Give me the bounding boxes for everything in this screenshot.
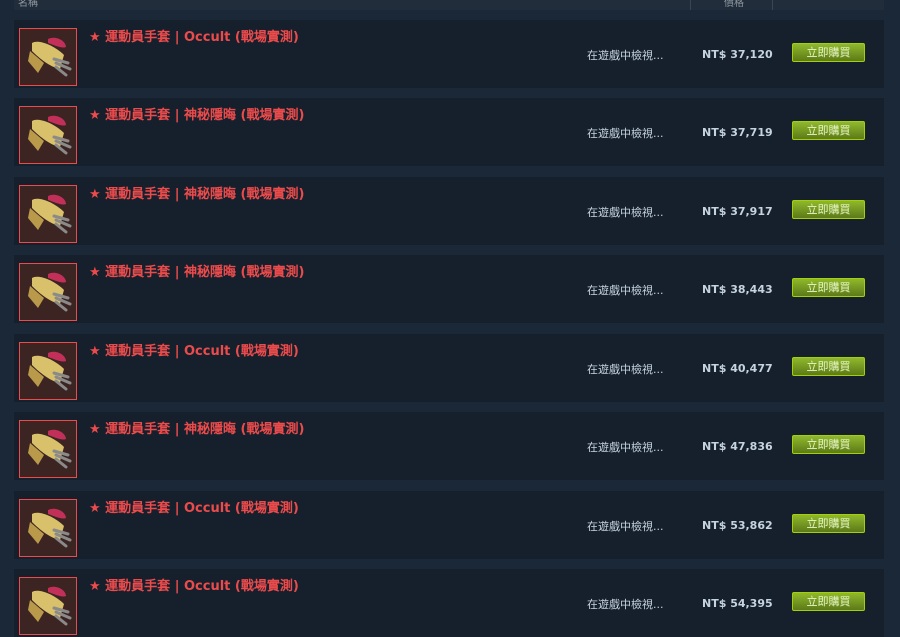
listing-price: NT$ 38,443 <box>702 283 773 296</box>
listing-price: NT$ 54,395 <box>702 597 773 610</box>
inspect-in-game-link[interactable]: 在遊戲中檢視... <box>587 204 664 220</box>
inspect-in-game-link[interactable]: 在遊戲中檢視... <box>587 439 664 455</box>
glove-icon[interactable] <box>19 263 77 321</box>
listing-price: NT$ 47,836 <box>702 440 773 453</box>
glove-icon[interactable] <box>19 577 77 635</box>
listing-row: ★ 運動員手套 | Occult (戰場實測) 在遊戲中檢視... NT$ 40… <box>14 334 884 402</box>
buy-now-button[interactable]: 立即購買 <box>792 200 865 219</box>
listing-row: ★ 運動員手套 | 神秘隱晦 (戰場實測) 在遊戲中檢視... NT$ 37,9… <box>14 177 884 245</box>
name-column-header: 名稱 <box>18 0 38 9</box>
inspect-in-game-link[interactable]: 在遊戲中檢視... <box>587 125 664 141</box>
glove-icon[interactable] <box>19 342 77 400</box>
listing-table-header: 名稱 價格 <box>14 0 884 10</box>
inspect-in-game-link[interactable]: 在遊戲中檢視... <box>587 47 664 63</box>
inspect-in-game-link[interactable]: 在遊戲中檢視... <box>587 361 664 377</box>
listing-price: NT$ 37,917 <box>702 205 773 218</box>
listing-row: ★ 運動員手套 | Occult (戰場實測) 在遊戲中檢視... NT$ 53… <box>14 491 884 559</box>
header-divider <box>690 0 691 10</box>
item-name-link[interactable]: ★ 運動員手套 | Occult (戰場實測) <box>89 575 299 594</box>
listing-row: ★ 運動員手套 | Occult (戰場實測) 在遊戲中檢視... NT$ 37… <box>14 20 884 88</box>
glove-icon[interactable] <box>19 185 77 243</box>
item-name-link[interactable]: ★ 運動員手套 | 神秘隱晦 (戰場實測) <box>89 418 304 437</box>
buy-now-button[interactable]: 立即購買 <box>792 43 865 62</box>
glove-icon[interactable] <box>19 499 77 557</box>
listing-price: NT$ 37,719 <box>702 126 773 139</box>
glove-icon[interactable] <box>19 420 77 478</box>
buy-now-button[interactable]: 立即購買 <box>792 278 865 297</box>
glove-icon[interactable] <box>19 28 77 86</box>
buy-now-button[interactable]: 立即購買 <box>792 357 865 376</box>
listing-price: NT$ 37,120 <box>702 48 773 61</box>
buy-now-button[interactable]: 立即購買 <box>792 514 865 533</box>
listing-price: NT$ 40,477 <box>702 362 773 375</box>
item-name-link[interactable]: ★ 運動員手套 | Occult (戰場實測) <box>89 26 299 45</box>
listing-row: ★ 運動員手套 | 神秘隱晦 (戰場實測) 在遊戲中檢視... NT$ 47,8… <box>14 412 884 480</box>
listing-row: ★ 運動員手套 | Occult (戰場實測) 在遊戲中檢視... NT$ 54… <box>14 569 884 637</box>
inspect-in-game-link[interactable]: 在遊戲中檢視... <box>587 518 664 534</box>
buy-now-button[interactable]: 立即購買 <box>792 592 865 611</box>
price-column-header: 價格 <box>724 0 744 9</box>
listing-row: ★ 運動員手套 | 神秘隱晦 (戰場實測) 在遊戲中檢視... NT$ 38,4… <box>14 255 884 323</box>
item-name-link[interactable]: ★ 運動員手套 | 神秘隱晦 (戰場實測) <box>89 183 304 202</box>
header-divider <box>772 0 773 10</box>
inspect-in-game-link[interactable]: 在遊戲中檢視... <box>587 596 664 612</box>
item-name-link[interactable]: ★ 運動員手套 | 神秘隱晦 (戰場實測) <box>89 261 304 280</box>
item-name-link[interactable]: ★ 運動員手套 | Occult (戰場實測) <box>89 340 299 359</box>
listing-row: ★ 運動員手套 | 神秘隱晦 (戰場實測) 在遊戲中檢視... NT$ 37,7… <box>14 98 884 166</box>
item-name-link[interactable]: ★ 運動員手套 | 神秘隱晦 (戰場實測) <box>89 104 304 123</box>
buy-now-button[interactable]: 立即購買 <box>792 435 865 454</box>
listing-price: NT$ 53,862 <box>702 519 773 532</box>
glove-icon[interactable] <box>19 106 77 164</box>
inspect-in-game-link[interactable]: 在遊戲中檢視... <box>587 282 664 298</box>
item-name-link[interactable]: ★ 運動員手套 | Occult (戰場實測) <box>89 497 299 516</box>
buy-now-button[interactable]: 立即購買 <box>792 121 865 140</box>
